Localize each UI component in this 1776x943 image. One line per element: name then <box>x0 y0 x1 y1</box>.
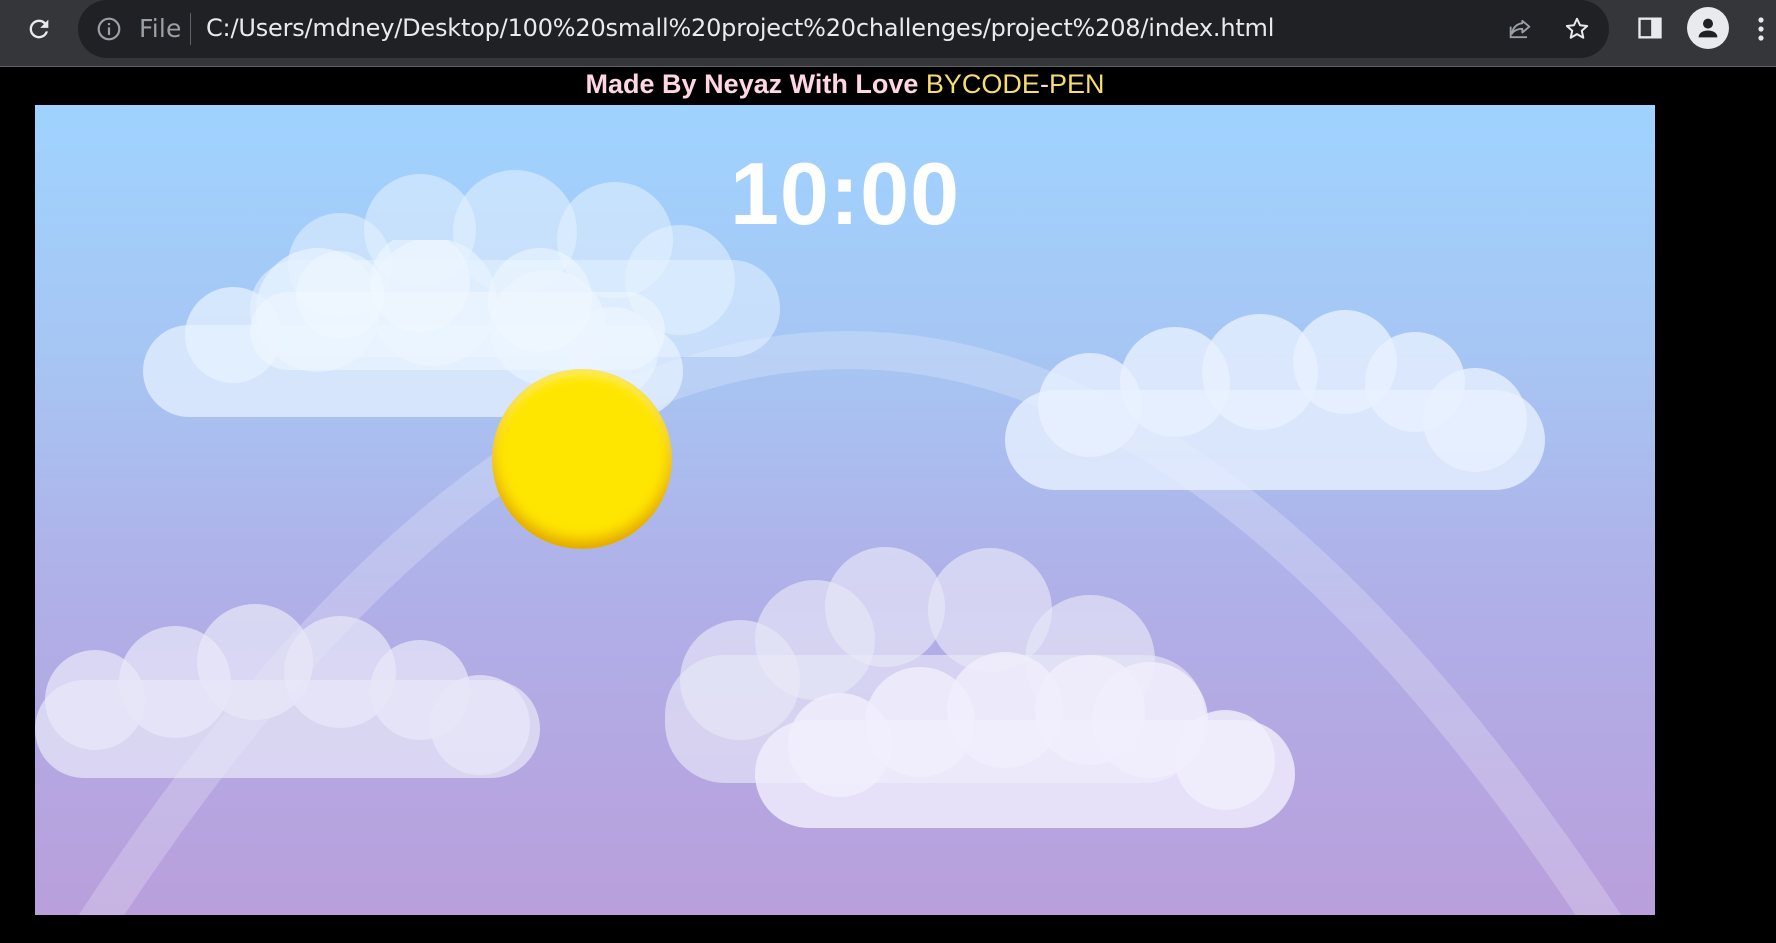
info-icon[interactable] <box>96 16 122 42</box>
cloud <box>1005 310 1545 490</box>
credit-made-by: Made By Neyaz With Love <box>585 69 919 99</box>
bookmark-button[interactable] <box>1557 9 1597 49</box>
address-bar[interactable]: File C:/Users/mdney/Desktop/100%20small%… <box>78 0 1609 58</box>
reload-button[interactable] <box>19 9 59 49</box>
address-divider <box>190 13 191 45</box>
sun <box>492 369 672 549</box>
page-content: Made By Neyaz With Love BYCODE-PEN 10:00 <box>0 67 1776 943</box>
share-button[interactable] <box>1500 9 1540 49</box>
cloud <box>35 604 540 778</box>
reload-icon <box>29 19 49 39</box>
share-icon <box>1509 19 1531 39</box>
browser-menu-button[interactable] <box>1746 9 1776 49</box>
profile-button[interactable] <box>1687 7 1729 49</box>
url-text[interactable]: C:/Users/mdney/Desktop/100%20small%20pro… <box>206 14 1274 42</box>
cloud <box>755 652 1295 828</box>
menu-icon <box>1758 17 1764 41</box>
credit-pen: PEN <box>1048 69 1105 99</box>
scheme-label: File <box>139 14 182 43</box>
credit-code: CODE <box>961 69 1040 99</box>
browser-toolbar: File C:/Users/mdney/Desktop/100%20small%… <box>0 0 1776 67</box>
profile-icon <box>1698 18 1718 38</box>
sky-scene: 10:00 <box>35 105 1655 915</box>
cloud <box>250 240 665 370</box>
credit-line: Made By Neyaz With Love BYCODE-PEN <box>0 69 1690 100</box>
bookmark-star-icon <box>1565 17 1589 39</box>
credit-dash: - <box>1039 69 1049 99</box>
side-panel-icon <box>1638 17 1662 39</box>
credit-by: BY <box>925 69 962 99</box>
side-panel-button[interactable] <box>1630 8 1670 48</box>
